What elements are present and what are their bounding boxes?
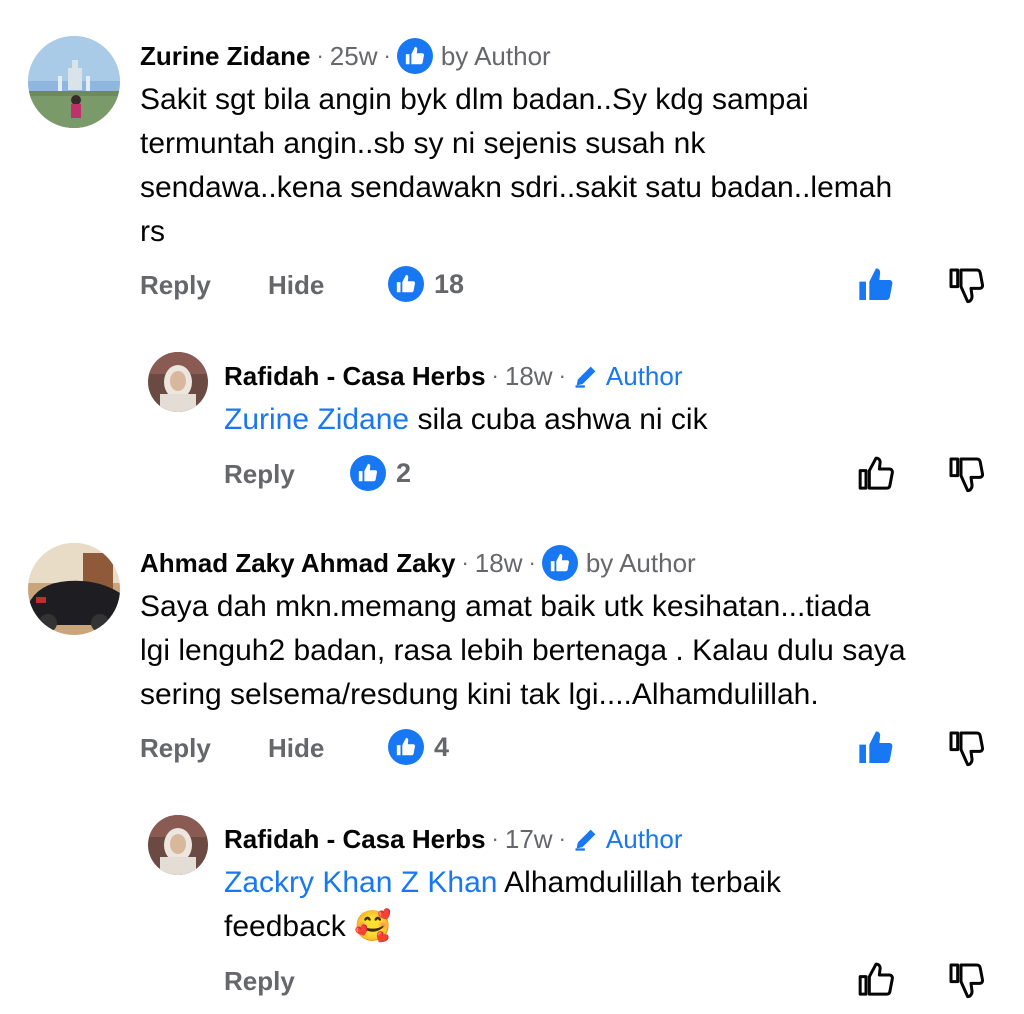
- timestamp[interactable]: 17w: [505, 824, 553, 855]
- thumbs-up-badge-icon: [396, 38, 433, 74]
- author-reaction-badge: by Author: [440, 40, 551, 71]
- author-name[interactable]: Rafidah - Casa Herbs: [224, 824, 486, 855]
- reply-button[interactable]: Reply: [140, 733, 211, 764]
- comment-text: Sakit sgt bila angin byk dlm badan..Sy k…: [140, 83, 893, 248]
- author-name[interactable]: Zurine Zidane: [140, 41, 310, 72]
- avatar[interactable]: [28, 543, 120, 635]
- author-name[interactable]: Rafidah - Casa Herbs: [224, 361, 486, 392]
- smiling-face-with-hearts-emoji: 🥰: [354, 910, 392, 943]
- thumbs-up-icon[interactable]: [856, 265, 896, 305]
- pencil-icon: [572, 825, 600, 853]
- comment-header: Rafidah - Casa Herbs · 18w · Author: [224, 358, 683, 394]
- comment-header: Zurine Zidane · 25w · by Author: [140, 38, 551, 74]
- comment-text: Saya dah mkn.memang amat baik utk kesiha…: [140, 590, 906, 711]
- thumbs-down-icon[interactable]: [946, 454, 986, 494]
- reply-button[interactable]: Reply: [224, 966, 295, 997]
- avatar[interactable]: [148, 815, 208, 875]
- author-badge: Author: [605, 823, 683, 854]
- comment-header: Rafidah - Casa Herbs · 17w · Author: [224, 821, 683, 857]
- timestamp[interactable]: 25w: [330, 41, 378, 72]
- thumbs-up-icon[interactable]: [856, 728, 896, 768]
- reply-button[interactable]: Reply: [224, 459, 295, 490]
- thumbs-up-reaction-icon: [350, 455, 386, 491]
- author-reaction-badge: by Author: [585, 547, 696, 578]
- like-count[interactable]: 18: [388, 266, 464, 302]
- thumbs-up-icon[interactable]: [856, 454, 896, 494]
- separator: ·: [316, 43, 324, 68]
- author-badge: Author: [605, 360, 683, 391]
- timestamp[interactable]: 18w: [505, 361, 553, 392]
- separator: ·: [461, 550, 469, 575]
- avatar[interactable]: [148, 352, 208, 412]
- comment-text: Zurine Zidane sila cuba ashwa ni cik: [224, 403, 708, 436]
- pencil-icon: [572, 362, 600, 390]
- comment-header: Ahmad Zaky Ahmad Zaky · 18w · by Author: [140, 545, 696, 581]
- mention-link[interactable]: Zackry Khan Z Khan: [224, 866, 497, 899]
- avatar[interactable]: [28, 36, 120, 128]
- comment-text: Zackry Khan Z Khan Alhamdulillah terbaik…: [224, 866, 781, 943]
- separator: ·: [491, 826, 499, 851]
- thumbs-down-icon[interactable]: [946, 265, 986, 305]
- like-count[interactable]: 2: [350, 455, 411, 491]
- separator: ·: [383, 43, 391, 68]
- hide-button[interactable]: Hide: [268, 733, 324, 764]
- thumbs-up-reaction-icon: [388, 266, 424, 302]
- thumbs-down-icon[interactable]: [946, 960, 986, 1000]
- like-count[interactable]: 4: [388, 729, 449, 765]
- timestamp[interactable]: 18w: [475, 548, 523, 579]
- hide-button[interactable]: Hide: [268, 270, 324, 301]
- separator: ·: [528, 550, 536, 575]
- separator: ·: [558, 826, 566, 851]
- mention-link[interactable]: Zurine Zidane: [224, 403, 409, 436]
- separator: ·: [558, 363, 566, 388]
- thumbs-down-icon[interactable]: [946, 728, 986, 768]
- separator: ·: [491, 363, 499, 388]
- reply-button[interactable]: Reply: [140, 270, 211, 301]
- author-name[interactable]: Ahmad Zaky Ahmad Zaky: [140, 548, 455, 579]
- thumbs-up-icon[interactable]: [856, 960, 896, 1000]
- thumbs-up-badge-icon: [541, 545, 578, 581]
- thumbs-up-reaction-icon: [388, 729, 424, 765]
